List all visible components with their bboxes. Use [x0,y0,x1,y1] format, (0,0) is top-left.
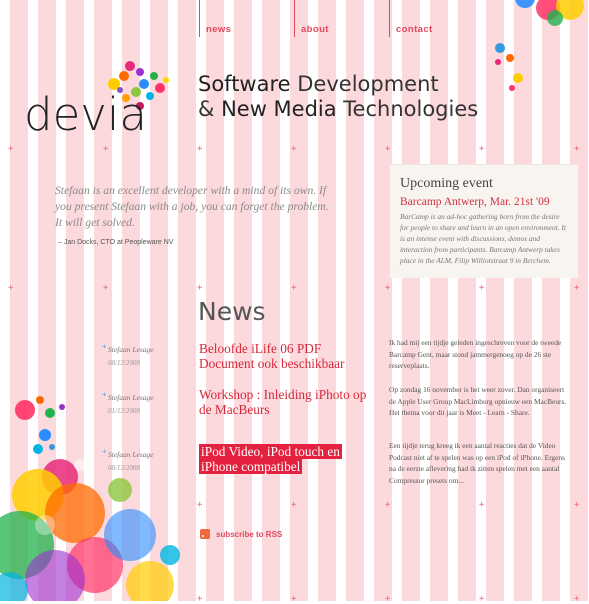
article-meta: + Stefaan Lesage 08/12/2008 [102,447,154,472]
rss-subscribe-link[interactable]: subscribe to RSS [200,529,282,539]
tagline-bold: New Media [221,97,337,121]
article-date: 01/12/2008 [108,407,140,415]
plus-icon: + [574,594,580,604]
plus-icon: + [8,283,14,293]
tagline-line-1: Software Development [198,72,439,96]
plus-icon: + [102,342,107,351]
nav-link-contact[interactable]: contact [390,0,485,35]
plus-icon: + [102,447,107,456]
plus-icon: + [574,500,580,510]
plus-icon: + [479,594,485,604]
article-author: Stefaan Lesage [108,393,154,402]
article-date: 08/12/2008 [108,359,140,367]
article-date: 08/12/2008 [108,464,140,472]
plus-icon: + [479,500,485,510]
article-title-highlight[interactable]: iPod Video, iPod touch en iPhone compati… [199,444,342,474]
testimonial-author: – Jan Docks, CTO at Peopleware NV [58,239,174,246]
plus-icon: + [197,144,203,154]
bubbles-decoration [495,0,584,91]
tagline-bold: Software [198,72,291,96]
event-heading: Upcoming event [400,176,493,191]
plus-icon: + [574,144,580,154]
nav-item-news[interactable]: news [199,0,290,37]
plus-icon: + [479,283,485,293]
tagline-line-2: & New Media Technologies [198,97,478,121]
testimonial-quote: Stefaan is an excellent developer with a… [55,184,329,229]
plus-icon: + [291,500,297,510]
article-title-link[interactable]: iPod Video, iPod touch en iPhone compati… [199,444,369,474]
article-author: Stefaan Lesage [108,450,154,459]
plus-icon: + [291,283,297,293]
news-section-title: News [198,297,266,326]
plus-icon: + [8,144,14,154]
plus-icon: + [291,594,297,604]
nav-link-news[interactable]: news [200,0,290,35]
nav-item-about[interactable]: about [294,0,385,37]
tagline-text: & [198,97,222,121]
article-summary: Ik had mij een tijdje geleden ingeschrev… [389,338,562,370]
plus-icon: + [385,594,391,604]
article-summary: Een tijdje terug kreeg ik een aantal rea… [389,441,565,485]
article-meta: + Stefaan Lesage 08/12/2008 [102,342,154,367]
nav-item-contact[interactable]: contact [389,0,485,37]
plus-icon: + [385,144,391,154]
grid-markers-row: + + + + + + + [0,283,589,293]
plus-icon: + [385,500,391,510]
plus-icon: + [102,390,107,399]
tagline-text: Development [290,72,439,96]
logo-wordmark[interactable]: devia [24,92,147,137]
upcoming-event-box: Upcoming event Barcamp Antwerp, Mar. 21s… [390,164,578,278]
article-summary: Op zondag 16 november is het weer zover.… [389,385,567,417]
article-title-link[interactable]: Beloofde iLife 06 PDF Document ook besch… [199,341,369,371]
article-title-link[interactable]: Workshop : Inleiding iPhoto op de MacBeu… [199,387,369,417]
tagline-text: Technologies [336,97,479,121]
plus-icon: + [197,283,203,293]
plus-icon: + [479,144,485,154]
plus-icon: + [385,283,391,293]
nav-link-about[interactable]: about [295,0,385,35]
plus-icon: + [574,283,580,293]
event-description: BarCamp is an ad-hoc gathering born from… [400,212,566,265]
article-meta: + Stefaan Lesage 01/12/2008 [102,390,154,415]
plus-icon: + [103,283,109,293]
article-author: Stefaan Lesage [108,345,154,354]
bubbles-decoration [0,396,180,601]
event-title-link[interactable]: Barcamp Antwerp, Mar. 21st '09 [400,196,578,208]
plus-icon: + [103,144,109,154]
rss-icon[interactable] [200,529,210,539]
rss-label[interactable]: subscribe to RSS [216,530,282,539]
grid-markers-row: + + + + + + + [0,144,589,154]
plus-icon: + [291,144,297,154]
